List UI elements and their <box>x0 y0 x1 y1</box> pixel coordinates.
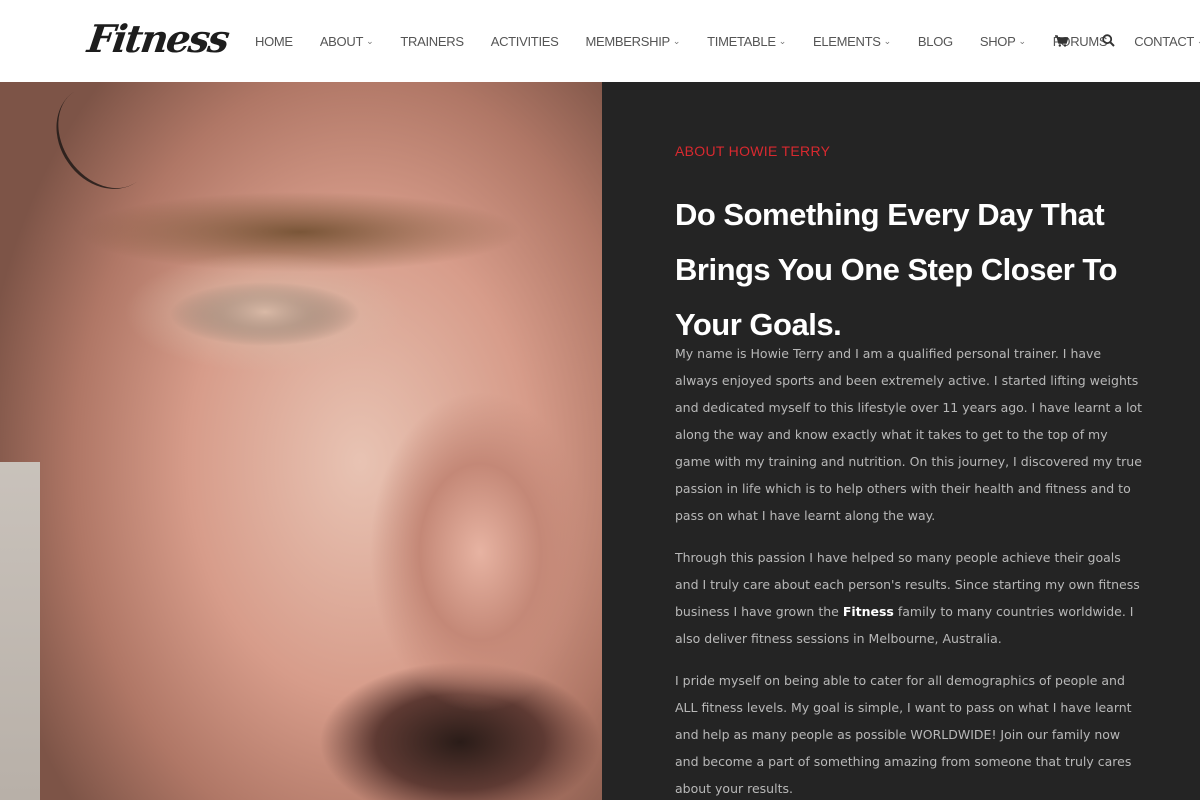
nav-item-home[interactable]: HOME <box>255 0 293 82</box>
nav-item-contact[interactable]: CONTACT⌄ <box>1134 0 1200 82</box>
cart-icon[interactable] <box>1055 34 1069 48</box>
about-body: My name is Howie Terry and I am a qualif… <box>675 340 1145 800</box>
nav-item-activities[interactable]: ACTIVITIES <box>491 0 559 82</box>
brand-name: Fitness <box>842 604 894 619</box>
nav-item-blog[interactable]: BLOG <box>918 0 953 82</box>
nav-item-shop[interactable]: SHOP ⌄ <box>980 0 1026 82</box>
nav-item-timetable[interactable]: TIMETABLE ⌄ <box>707 0 786 82</box>
chevron-down-icon: ⌄ <box>366 35 374 46</box>
section-eyebrow: ABOUT HOWIE TERRY <box>675 143 831 159</box>
nav-label: SHOP <box>979 33 1016 49</box>
nav-label: ACTIVITIES <box>490 33 559 49</box>
chevron-down-icon: ⌄ <box>1018 35 1027 46</box>
cart-icon-graphic <box>1055 35 1069 47</box>
about-paragraph-3: I pride myself on being able to cater fo… <box>675 673 1132 796</box>
nav-label: TIMETABLE <box>707 33 776 49</box>
site-logo[interactable]: Fitness <box>85 16 231 61</box>
about-paragraph-2: Through this passion I have helped so ma… <box>675 544 1145 652</box>
nav-item-about[interactable]: ABOUT ⌄ <box>320 0 374 82</box>
about-paragraph-1: My name is Howie Terry and I am a qualif… <box>675 346 1143 523</box>
chevron-down-icon: ⌄ <box>672 35 681 46</box>
nav-label: ABOUT <box>319 33 364 49</box>
page-title: Do Something Every Day That Brings You O… <box>675 197 1117 342</box>
nav-label: ELEMENTS <box>812 33 881 49</box>
nav-label: HOME <box>255 33 293 49</box>
nav-label: CONTACT <box>1134 33 1195 49</box>
nav-item-elements[interactable]: ELEMENTS ⌄ <box>813 0 891 82</box>
chevron-down-icon: ⌄ <box>778 35 787 46</box>
site-header: Fitness HOME ABOUT ⌄ TRAINERS ACTIVITIES … <box>0 0 1200 82</box>
about-panel: ABOUT HOWIE TERRY Do Something Every Day… <box>602 82 1200 800</box>
nav-item-trainers[interactable]: TRAINERS <box>400 0 464 82</box>
nav-label: BLOG <box>917 33 953 49</box>
nav-label: MEMBERSHIP <box>585 33 671 49</box>
hero-background <box>0 462 40 800</box>
hero-portrait-image <box>0 82 602 800</box>
nav-item-membership[interactable]: MEMBERSHIP ⌄ <box>586 0 681 82</box>
hero-hair-strand <box>36 82 174 208</box>
search-icon[interactable] <box>1102 34 1116 48</box>
search-icon-graphic <box>1102 34 1115 47</box>
chevron-down-icon: ⌄ <box>883 35 892 46</box>
nav-label: TRAINERS <box>400 33 464 49</box>
